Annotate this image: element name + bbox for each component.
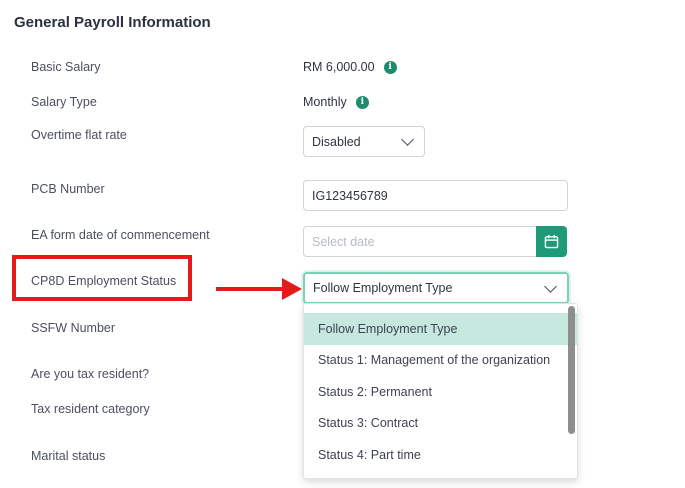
basic-salary-text: RM 6,000.00: [303, 60, 375, 74]
tax-category-label: Tax resident category: [31, 402, 150, 416]
dropdown-scrollbar[interactable]: [568, 306, 575, 434]
date-picker-button[interactable]: [536, 226, 567, 257]
cp8d-status-label: CP8D Employment Status: [31, 274, 177, 288]
dropdown-option[interactable]: Status 4: Part time: [304, 439, 577, 471]
basic-salary-value: RM 6,000.00 i: [303, 60, 397, 74]
pcb-number-label: PCB Number: [31, 182, 105, 196]
chevron-down-icon: [544, 279, 557, 293]
cp8d-select-value: Follow Employment Type: [313, 281, 453, 295]
section-title: General Payroll Information: [14, 14, 211, 31]
dropdown-option[interactable]: Status 2: Permanent: [304, 376, 577, 408]
ea-form-date-placeholder: Select date: [312, 234, 375, 249]
info-icon[interactable]: i: [383, 60, 397, 74]
ea-form-date-label: EA form date of commencement: [31, 228, 210, 242]
pcb-number-input[interactable]: IG123456789: [303, 180, 568, 211]
salary-type-text: Monthly: [303, 95, 347, 109]
cp8d-dropdown-menu: Follow Employment Type Status 1: Managem…: [303, 303, 578, 479]
pcb-number-value: IG123456789: [312, 188, 388, 203]
overtime-label: Overtime flat rate: [31, 128, 127, 142]
overtime-select-value: Disabled: [312, 134, 361, 149]
overtime-select[interactable]: Disabled: [303, 126, 425, 157]
dropdown-option[interactable]: Status 1: Management of the organization: [304, 345, 577, 377]
info-icon[interactable]: i: [355, 95, 369, 109]
basic-salary-label: Basic Salary: [31, 60, 101, 74]
dropdown-option[interactable]: Follow Employment Type: [304, 313, 577, 345]
cp8d-status-select[interactable]: Follow Employment Type: [303, 272, 569, 304]
salary-type-value: Monthly i: [303, 95, 369, 109]
annotation-arrow-shaft: [216, 287, 284, 291]
marital-status-label: Marital status: [31, 449, 106, 463]
calendar-icon: [544, 234, 559, 249]
dropdown-option[interactable]: Status 3: Contract: [304, 408, 577, 440]
chevron-down-icon: [401, 133, 414, 146]
ssfw-number-label: SSFW Number: [31, 321, 116, 335]
tax-resident-label: Are you tax resident?: [31, 367, 150, 381]
salary-type-label: Salary Type: [31, 95, 97, 109]
annotation-arrow-head: [282, 278, 302, 300]
ea-form-date-input[interactable]: Select date: [303, 226, 537, 257]
